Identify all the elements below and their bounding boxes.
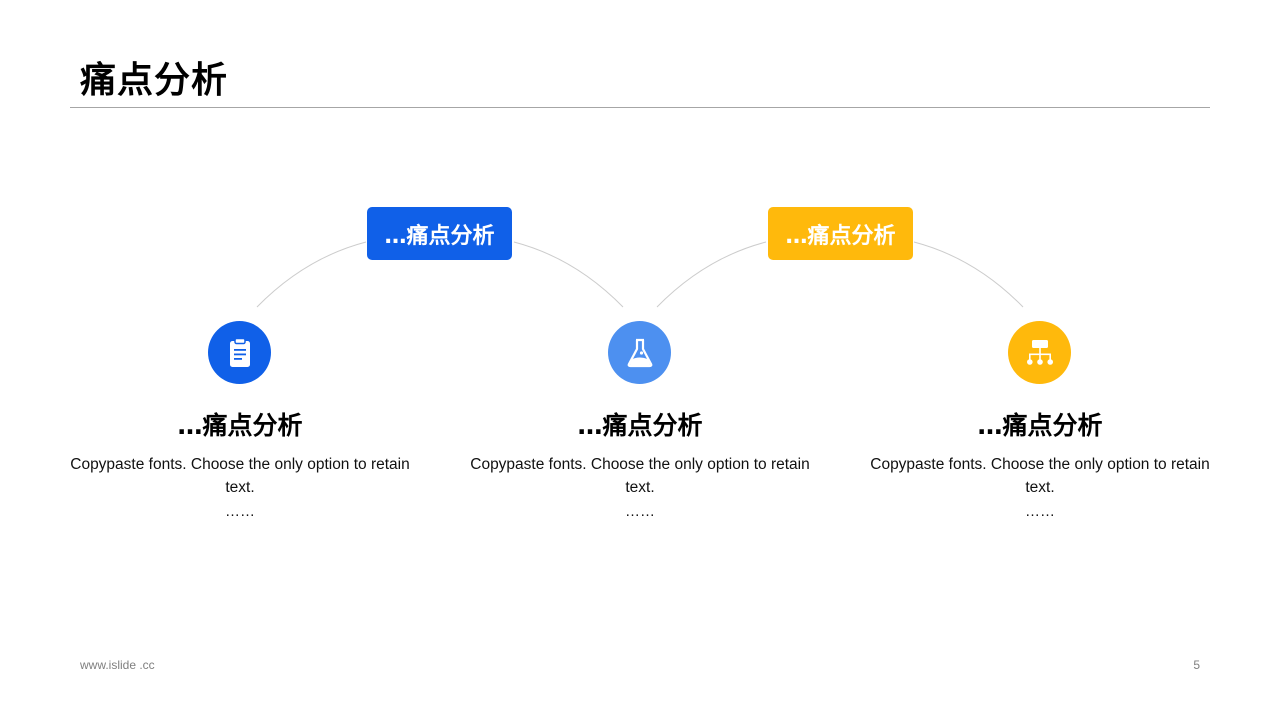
card-ellipsis-1: …… [225,503,255,520]
card-heading-1: …痛点分析 [177,411,303,440]
arc-left [256,241,367,308]
card-ellipsis-3: …… [1025,503,1055,520]
page-number: 5 [1193,658,1200,672]
arc-center-right [656,241,767,308]
card-heading-3: …痛点分析 [977,411,1103,440]
footer-url: www.islide .cc [80,658,155,672]
arc-right [913,241,1024,308]
card-body-2: Copypaste fonts. Choose the only option … [470,456,810,496]
flask-icon [608,321,671,384]
card-body-3: Copypaste fonts. Choose the only option … [870,456,1210,496]
card-body-1: Copypaste fonts. Choose the only option … [70,456,410,496]
hierarchy-icon [1008,321,1071,384]
card-heading-2: …痛点分析 [577,411,703,440]
arc-center-left [513,241,624,308]
card-ellipsis-2: …… [625,503,655,520]
clipboard-icon [208,321,271,384]
pill-label-yellow: …痛点分析 [768,207,913,260]
pill-label-blue: …痛点分析 [367,207,512,260]
